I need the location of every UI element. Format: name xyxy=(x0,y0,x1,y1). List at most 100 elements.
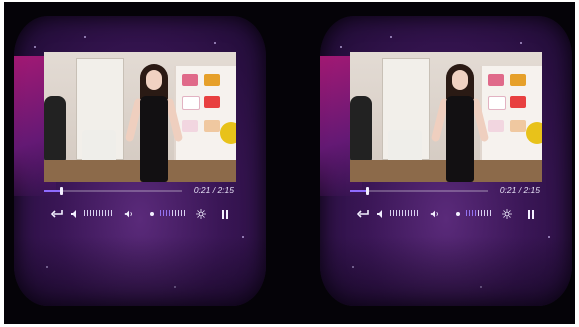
video-shelf-item xyxy=(510,74,526,86)
brightness-level-bar[interactable] xyxy=(160,210,185,218)
video-shelf-item xyxy=(204,120,220,132)
brightness-tick xyxy=(481,210,482,216)
brightness-tick xyxy=(169,210,170,216)
volume-level-bar[interactable] xyxy=(84,210,112,218)
star xyxy=(46,266,48,268)
volume-level-bar[interactable] xyxy=(390,210,418,218)
brightness-tick xyxy=(478,210,479,216)
volume-down-button[interactable] xyxy=(70,206,80,222)
video-shelf-item xyxy=(204,96,220,108)
pause-icon-bar xyxy=(532,209,534,219)
pause-button[interactable] xyxy=(220,206,230,222)
volume-up-icon xyxy=(124,210,132,218)
volume-up-button[interactable] xyxy=(124,206,134,222)
control-row xyxy=(350,206,542,222)
star xyxy=(390,36,392,38)
volume-tick xyxy=(111,210,112,216)
volume-tick xyxy=(105,210,106,216)
volume-tick xyxy=(87,210,88,216)
brightness-tick xyxy=(490,210,491,216)
brightness-tick xyxy=(184,210,185,216)
video-exercise-bike xyxy=(44,96,66,166)
video-shelf-item xyxy=(488,120,504,132)
video-person-dress xyxy=(446,96,474,182)
brightness-low-button[interactable] xyxy=(148,206,156,222)
video-shelf xyxy=(174,66,236,166)
video-person xyxy=(430,62,490,182)
right-eye-view: 0:21 / 2:15 xyxy=(320,16,572,306)
brightness-tick xyxy=(469,210,470,216)
volume-tick xyxy=(393,210,394,216)
star xyxy=(340,46,342,48)
brightness-level-bar[interactable] xyxy=(466,210,491,218)
volume-tick xyxy=(411,210,412,216)
brightness-tick xyxy=(163,210,164,216)
brightness-tick xyxy=(166,210,167,216)
seek-bar-fill xyxy=(44,190,61,192)
player-controls-overlay: 0:21 / 2:15 xyxy=(350,182,542,222)
brightness-tick xyxy=(475,210,476,216)
video-yellow-object xyxy=(526,122,542,144)
brightness-tick xyxy=(160,210,161,216)
brightness-tick xyxy=(172,210,173,216)
brightness-icon xyxy=(502,209,512,219)
time-display: 0:21 / 2:15 xyxy=(193,185,234,195)
volume-tick xyxy=(99,210,100,216)
pause-icon-bar xyxy=(226,209,228,219)
star xyxy=(84,36,86,38)
seek-bar[interactable] xyxy=(350,187,488,195)
star xyxy=(214,42,216,44)
control-row xyxy=(44,206,236,222)
star xyxy=(34,46,36,48)
video-shelf-item xyxy=(510,96,526,108)
seek-bar-fill xyxy=(350,190,367,192)
volume-tick xyxy=(417,210,418,216)
video-person-face xyxy=(146,70,162,90)
brightness-tick xyxy=(466,210,467,216)
video-frame[interactable] xyxy=(350,52,542,182)
video-shelf-item xyxy=(182,96,200,110)
pause-icon-bar xyxy=(222,209,224,219)
volume-tick xyxy=(102,210,103,216)
brightness-high-button[interactable] xyxy=(196,206,206,222)
player-controls-overlay: 0:21 / 2:15 xyxy=(44,182,236,222)
brightness-tick xyxy=(175,210,176,216)
back-button[interactable] xyxy=(50,206,64,222)
brightness-low-button[interactable] xyxy=(454,206,462,222)
video-yellow-object xyxy=(220,122,236,144)
seek-bar[interactable] xyxy=(44,187,182,195)
volume-tick xyxy=(84,210,85,216)
video-shelf xyxy=(480,66,542,166)
volume-tick xyxy=(405,210,406,216)
seek-bar-knob[interactable] xyxy=(60,187,63,195)
pause-button[interactable] xyxy=(526,206,536,222)
brightness-tick xyxy=(487,210,488,216)
vr-stereo-frame: 0:21 / 2:15 0:21 / 2:15 xyxy=(4,2,575,324)
volume-down-button[interactable] xyxy=(376,206,386,222)
star xyxy=(242,236,244,238)
video-frame[interactable] xyxy=(44,52,236,182)
volume-down-icon xyxy=(71,210,76,218)
volume-down-icon xyxy=(377,210,382,218)
video-person xyxy=(124,62,184,182)
brightness-low-icon xyxy=(150,212,154,216)
back-arrow-icon xyxy=(357,210,369,218)
brightness-low-icon xyxy=(456,212,460,216)
brightness-icon xyxy=(196,209,206,219)
brightness-tick xyxy=(181,210,182,216)
brightness-high-button[interactable] xyxy=(502,206,512,222)
volume-tick xyxy=(93,210,94,216)
time-display: 0:21 / 2:15 xyxy=(499,185,540,195)
back-arrow-icon xyxy=(51,210,63,218)
star xyxy=(352,266,354,268)
brightness-tick xyxy=(178,210,179,216)
volume-tick xyxy=(390,210,391,216)
video-shelf-item xyxy=(488,74,504,86)
video-shelf-item xyxy=(204,74,220,86)
left-eye-view: 0:21 / 2:15 xyxy=(14,16,266,306)
back-button[interactable] xyxy=(356,206,370,222)
volume-tick xyxy=(402,210,403,216)
star xyxy=(480,286,482,288)
seek-bar-knob[interactable] xyxy=(366,187,369,195)
volume-up-button[interactable] xyxy=(430,206,440,222)
